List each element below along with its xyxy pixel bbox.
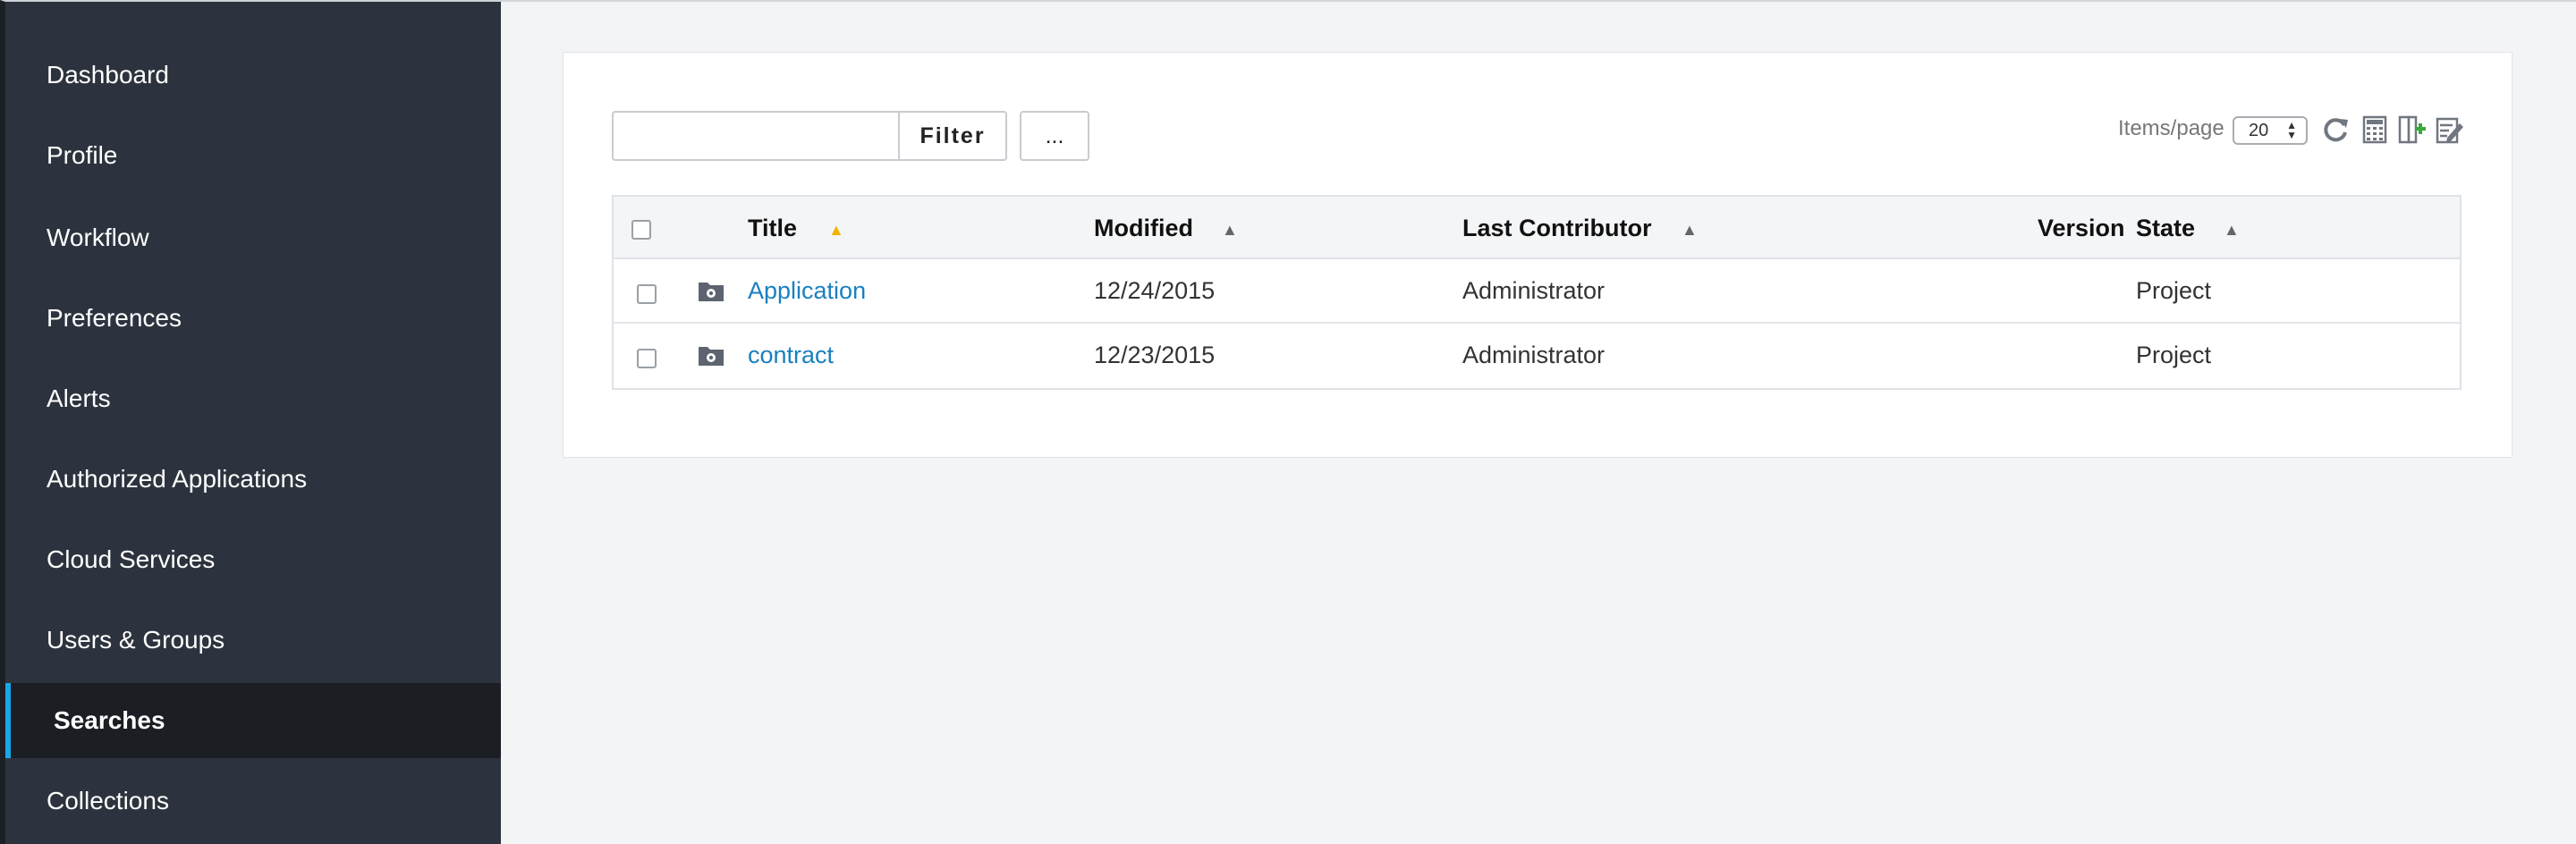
searches-table: Title ▲ Modified ▲ Last Contributor ▲ Ve… xyxy=(612,195,2462,390)
column-header-state[interactable]: State xyxy=(2136,215,2195,242)
sidebar-item-preferences[interactable]: Preferences xyxy=(5,281,501,356)
column-header-title[interactable]: Title xyxy=(748,215,797,242)
row-modified: 12/23/2015 xyxy=(1094,342,1216,368)
row-modified: 12/24/2015 xyxy=(1094,277,1216,304)
sidebar-item-dashboard[interactable]: Dashboard xyxy=(5,38,501,113)
sidebar-item-users-groups[interactable]: Users & Groups xyxy=(5,603,501,678)
edit-columns-icon[interactable] xyxy=(2435,114,2465,145)
saved-search-folder-icon xyxy=(699,347,724,366)
select-arrows-icon: ▲ ▼ xyxy=(2286,119,2297,141)
column-header-last-contributor[interactable]: Last Contributor xyxy=(1462,215,1651,242)
sort-icon[interactable]: ▲ xyxy=(1682,221,1698,240)
row-state: Project xyxy=(2136,277,2212,304)
sidebar-item-searches[interactable]: Searches xyxy=(5,683,501,758)
sidebar-item-authorized-applications[interactable]: Authorized Applications xyxy=(5,442,501,517)
sidebar-item-label: Workflow xyxy=(47,224,149,251)
items-per-page-select[interactable]: 20 ▲ ▼ xyxy=(2233,116,2308,145)
more-actions-button[interactable]: ... xyxy=(1020,111,1089,161)
sidebar-item-label: Authorized Applications xyxy=(47,465,308,493)
items-per-page-label: Items/page xyxy=(2118,116,2224,140)
sidebar-item-label: Preferences xyxy=(47,304,182,332)
sidebar-item-workflow[interactable]: Workflow xyxy=(5,200,501,275)
sidebar-item-collections[interactable]: Collections xyxy=(5,764,501,839)
spreadsheet-icon[interactable] xyxy=(2360,114,2390,145)
refresh-icon[interactable] xyxy=(2320,114,2351,145)
sort-icon[interactable]: ▲ xyxy=(1222,221,1238,240)
select-all-checkbox[interactable] xyxy=(631,220,651,240)
sort-icon[interactable]: ▲ xyxy=(2224,221,2240,240)
sidebar-item-label: Collections xyxy=(47,787,169,814)
saved-search-folder-icon xyxy=(699,283,724,301)
sidebar-item-label: Alerts xyxy=(47,384,111,412)
row-title-link[interactable]: contract xyxy=(748,342,834,369)
sidebar-item-profile[interactable]: Profile xyxy=(5,118,501,193)
row-checkbox[interactable] xyxy=(637,349,657,368)
filter-button[interactable]: Filter xyxy=(898,111,1007,161)
sort-asc-icon[interactable]: ▲ xyxy=(828,221,844,240)
table-row[interactable]: Application 12/24/2015 Administrator Pro… xyxy=(614,259,2460,324)
table-header: Title ▲ Modified ▲ Last Contributor ▲ Ve… xyxy=(614,197,2460,259)
sidebar: Dashboard Profile Workflow Preferences A… xyxy=(0,0,501,844)
row-checkbox[interactable] xyxy=(637,284,657,304)
row-contributor: Administrator xyxy=(1462,277,1606,304)
sidebar-item-alerts[interactable]: Alerts xyxy=(5,361,501,436)
sidebar-item-label: Users & Groups xyxy=(47,626,225,654)
sidebar-item-label: Dashboard xyxy=(47,61,169,89)
sidebar-item-label: Cloud Services xyxy=(47,545,216,573)
column-header-version[interactable]: Version xyxy=(2038,215,2125,242)
table-row[interactable]: contract 12/23/2015 Administrator Projec… xyxy=(614,325,2460,390)
row-state: Project xyxy=(2136,342,2212,368)
sidebar-item-label: Searches xyxy=(54,706,165,734)
filter-input[interactable] xyxy=(612,111,900,161)
items-per-page-value: 20 xyxy=(2249,120,2269,140)
sidebar-item-label: Profile xyxy=(47,141,118,169)
row-contributor: Administrator xyxy=(1462,342,1606,368)
add-column-icon[interactable] xyxy=(2397,114,2428,145)
row-title-link[interactable]: Application xyxy=(748,277,866,305)
column-header-modified[interactable]: Modified xyxy=(1094,215,1193,242)
sidebar-item-cloud-services[interactable]: Cloud Services xyxy=(5,522,501,597)
